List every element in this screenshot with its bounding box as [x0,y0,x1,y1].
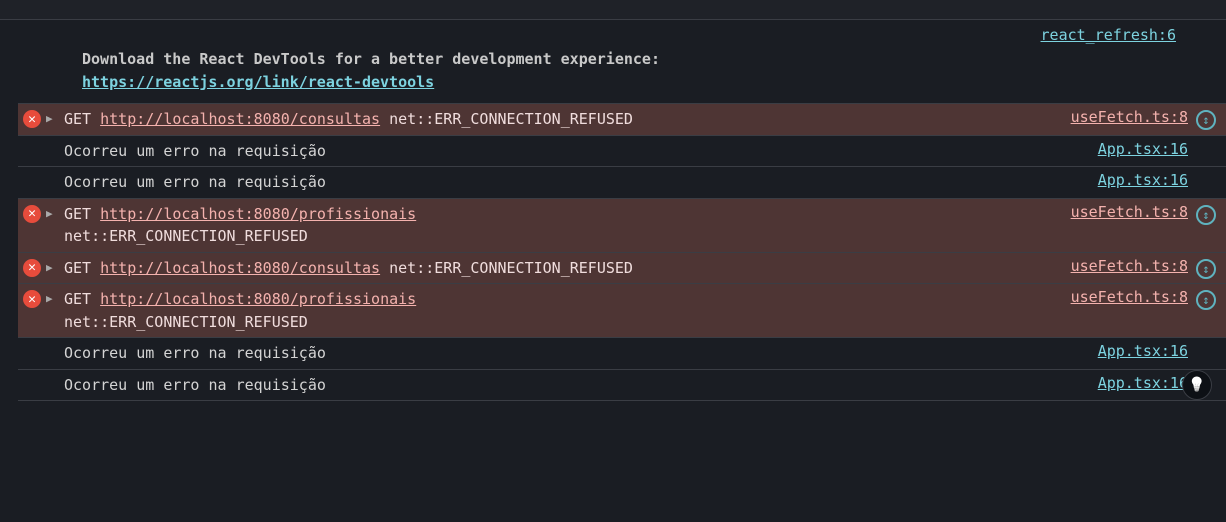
row-icon-slot [18,288,46,308]
replay-xhr-icon[interactable] [1196,259,1216,279]
row-action-slot [1194,171,1218,173]
expand-toggle-icon[interactable]: ▶ [46,288,64,305]
console-error-row: ▶GET http://localhost:8080/profissionais… [18,284,1226,338]
request-url-link[interactable]: http://localhost:8080/profissionais [100,205,416,223]
devtools-hint-link[interactable]: https://reactjs.org/link/react-devtools [82,73,434,91]
console-log-row: Ocorreu um erro na requisição App.tsx:16 [18,370,1226,402]
replay-xhr-icon[interactable] [1196,205,1216,225]
expand-toggle-icon[interactable]: ▶ [46,203,64,220]
console-log-row: Ocorreu um erro na requisição App.tsx:16 [18,167,1226,199]
row-icon-slot [18,374,64,376]
http-method: GET [64,259,100,277]
devtools-hint-row: Download the React DevTools for a better… [18,44,1226,104]
source-link[interactable]: App.tsx:16 [1098,140,1194,158]
log-message: GET http://localhost:8080/consultas net:… [64,108,1071,131]
replay-xhr-icon[interactable] [1196,290,1216,310]
request-url-link[interactable]: http://localhost:8080/consultas [100,259,380,277]
top-source-row: react_refresh:6 [18,20,1226,44]
source-link[interactable]: App.tsx:16 [1098,374,1194,392]
replay-xhr-icon[interactable] [1196,110,1216,130]
row-icon-slot [18,171,64,173]
expand-toggle-icon[interactable]: ▶ [46,257,64,274]
log-message: Ocorreu um erro na requisição [64,171,1098,194]
console-error-row: ▶GET http://localhost:8080/consultas net… [18,253,1226,285]
row-icon-slot [18,108,46,128]
error-code: net::ERR_CONNECTION_REFUSED [64,313,308,331]
console-log-row: Ocorreu um erro na requisição App.tsx:16 [18,136,1226,168]
row-action-slot [1194,108,1218,130]
error-icon [23,290,41,308]
row-icon-slot [18,342,64,344]
error-code: net::ERR_CONNECTION_REFUSED [380,110,633,128]
log-text: Ocorreu um erro na requisição [64,142,326,160]
log-message: GET http://localhost:8080/consultas net:… [64,257,1071,280]
source-link[interactable]: App.tsx:16 [1098,171,1194,189]
row-action-slot [1194,257,1218,279]
http-method: GET [64,110,100,128]
log-text: Ocorreu um erro na requisição [64,376,326,394]
devtools-hint-text: Download the React DevTools for a better… [82,50,660,68]
row-action-slot [1194,203,1218,225]
console-log-row: Ocorreu um erro na requisição App.tsx:16 [18,338,1226,370]
error-icon [23,110,41,128]
source-link[interactable]: useFetch.ts:8 [1071,257,1194,275]
row-action-slot [1194,342,1218,344]
source-link[interactable]: useFetch.ts:8 [1071,288,1194,306]
row-icon-slot [18,140,64,142]
source-link[interactable]: App.tsx:16 [1098,342,1194,360]
log-message: Ocorreu um erro na requisição [64,140,1098,163]
log-message: GET http://localhost:8080/profissionais n… [64,288,1071,333]
row-icon-slot [18,203,46,223]
console-log-area: react_refresh:6 Download the React DevTo… [0,20,1226,401]
console-error-row: ▶GET http://localhost:8080/profissionais… [18,199,1226,253]
http-method: GET [64,290,100,308]
error-code: net::ERR_CONNECTION_REFUSED [380,259,633,277]
error-code: net::ERR_CONNECTION_REFUSED [64,227,308,245]
log-text: Ocorreu um erro na requisição [64,173,326,191]
log-message: GET http://localhost:8080/profissionais n… [64,203,1071,248]
ai-insights-button[interactable] [1182,370,1212,400]
error-icon [23,205,41,223]
row-action-slot [1194,288,1218,310]
log-message: Ocorreu um erro na requisição [64,374,1098,397]
console-error-row: ▶GET http://localhost:8080/consultas net… [18,104,1226,136]
source-link[interactable]: react_refresh:6 [1041,26,1176,44]
http-method: GET [64,205,100,223]
source-link[interactable]: useFetch.ts:8 [1071,108,1194,126]
request-url-link[interactable]: http://localhost:8080/profissionais [100,290,416,308]
source-link[interactable]: useFetch.ts:8 [1071,203,1194,221]
console-toolbar [0,0,1226,20]
log-text: Ocorreu um erro na requisição [64,344,326,362]
log-message: Ocorreu um erro na requisição [64,342,1098,365]
row-icon-slot [18,257,46,277]
request-url-link[interactable]: http://localhost:8080/consultas [100,110,380,128]
expand-toggle-icon[interactable]: ▶ [46,108,64,125]
error-icon [23,259,41,277]
row-action-slot [1194,140,1218,142]
